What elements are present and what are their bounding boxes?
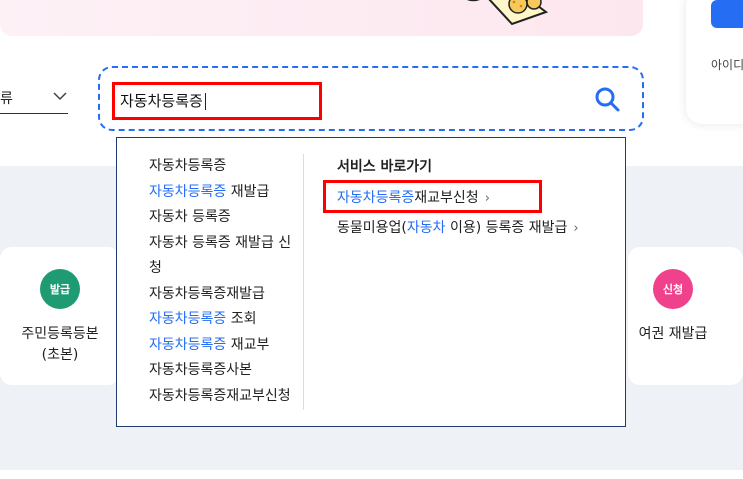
search-icon[interactable] — [594, 86, 620, 112]
suggestion-item[interactable]: 자동차등록증 조회 — [149, 307, 295, 333]
login-card: 아이디 — [686, 0, 743, 124]
text-segment: 조회 — [226, 311, 257, 327]
highlight-box-shortcut — [323, 180, 542, 213]
match-highlight: 자동차등록증 — [149, 311, 227, 327]
suggestion-item[interactable]: 자동차등록증재발급 — [149, 282, 295, 308]
text-segment: 자동차등록증재교부신청 — [149, 387, 291, 404]
shortcut-item[interactable]: 동물미용업(자동차 이용) 등록증 재발급 › — [337, 217, 579, 237]
suggestion-item[interactable]: 자동차 등록증 재발급 신청 — [149, 231, 295, 282]
text-segment: 재교부 — [226, 336, 270, 353]
match-highlight: 자동차등록증 — [149, 336, 227, 353]
suggestion-list: 자동차등록증 자동차등록증 재발급 자동차 등록증 자동차 등록증 재발급 신청 자동차… — [149, 154, 295, 409]
service-card-passport-reissue[interactable]: 신청 여권 재발급 — [628, 247, 743, 385]
suggestion-item[interactable]: 자동차등록증 — [149, 154, 295, 180]
text-segment: 재발급 — [226, 183, 270, 200]
login-id-label: 아이디 — [711, 58, 743, 72]
text-segment: 자동차등록증 — [149, 158, 227, 174]
highlight-box-search — [112, 82, 322, 120]
text-segment: 자동차등록증사본 — [149, 362, 253, 378]
suggestion-item[interactable]: 자동차등록증재교부신청 — [149, 384, 295, 410]
suggestion-item[interactable]: 자동차등록증사본 — [149, 358, 295, 384]
suggestion-item[interactable]: 자동차등록증 재발급 — [149, 180, 295, 206]
banner-illustration-icon — [467, 0, 549, 26]
suggestion-item[interactable]: 자동차등록증 재교부 — [149, 333, 295, 359]
shortcut-title: 서비스 바로가기 — [337, 159, 433, 175]
service-card-resident-register[interactable]: 발급 주민등록등본 (초본) — [0, 247, 120, 385]
apply-badge-icon: 신청 — [653, 269, 693, 309]
text-segment: 자동차 등록증 재발급 신청 — [149, 234, 292, 277]
match-highlight: 자동차 — [406, 220, 446, 236]
promo-banner[interactable] — [0, 0, 643, 36]
chevron-down-icon — [53, 92, 67, 101]
match-highlight: 자동차등록증 — [149, 183, 227, 200]
text-segment: 동물미용업( — [337, 220, 407, 236]
column-divider — [303, 154, 304, 410]
service-label: 주민등록등본 (초본) — [21, 326, 99, 363]
text-segment: 이용) 등록증 재발급 — [445, 220, 568, 236]
login-button[interactable] — [711, 0, 743, 28]
category-select[interactable]: 류 — [0, 80, 68, 114]
suggestion-item[interactable]: 자동차 등록증 — [149, 205, 295, 231]
chevron-right-icon: › — [573, 221, 579, 236]
service-label: 여권 재발급 — [638, 326, 708, 342]
text-segment: 자동차 등록증 — [149, 209, 231, 225]
issue-badge-icon: 발급 — [40, 269, 80, 309]
text-segment: 자동차등록증재발급 — [149, 285, 265, 302]
category-selected-value: 류 — [0, 91, 13, 107]
